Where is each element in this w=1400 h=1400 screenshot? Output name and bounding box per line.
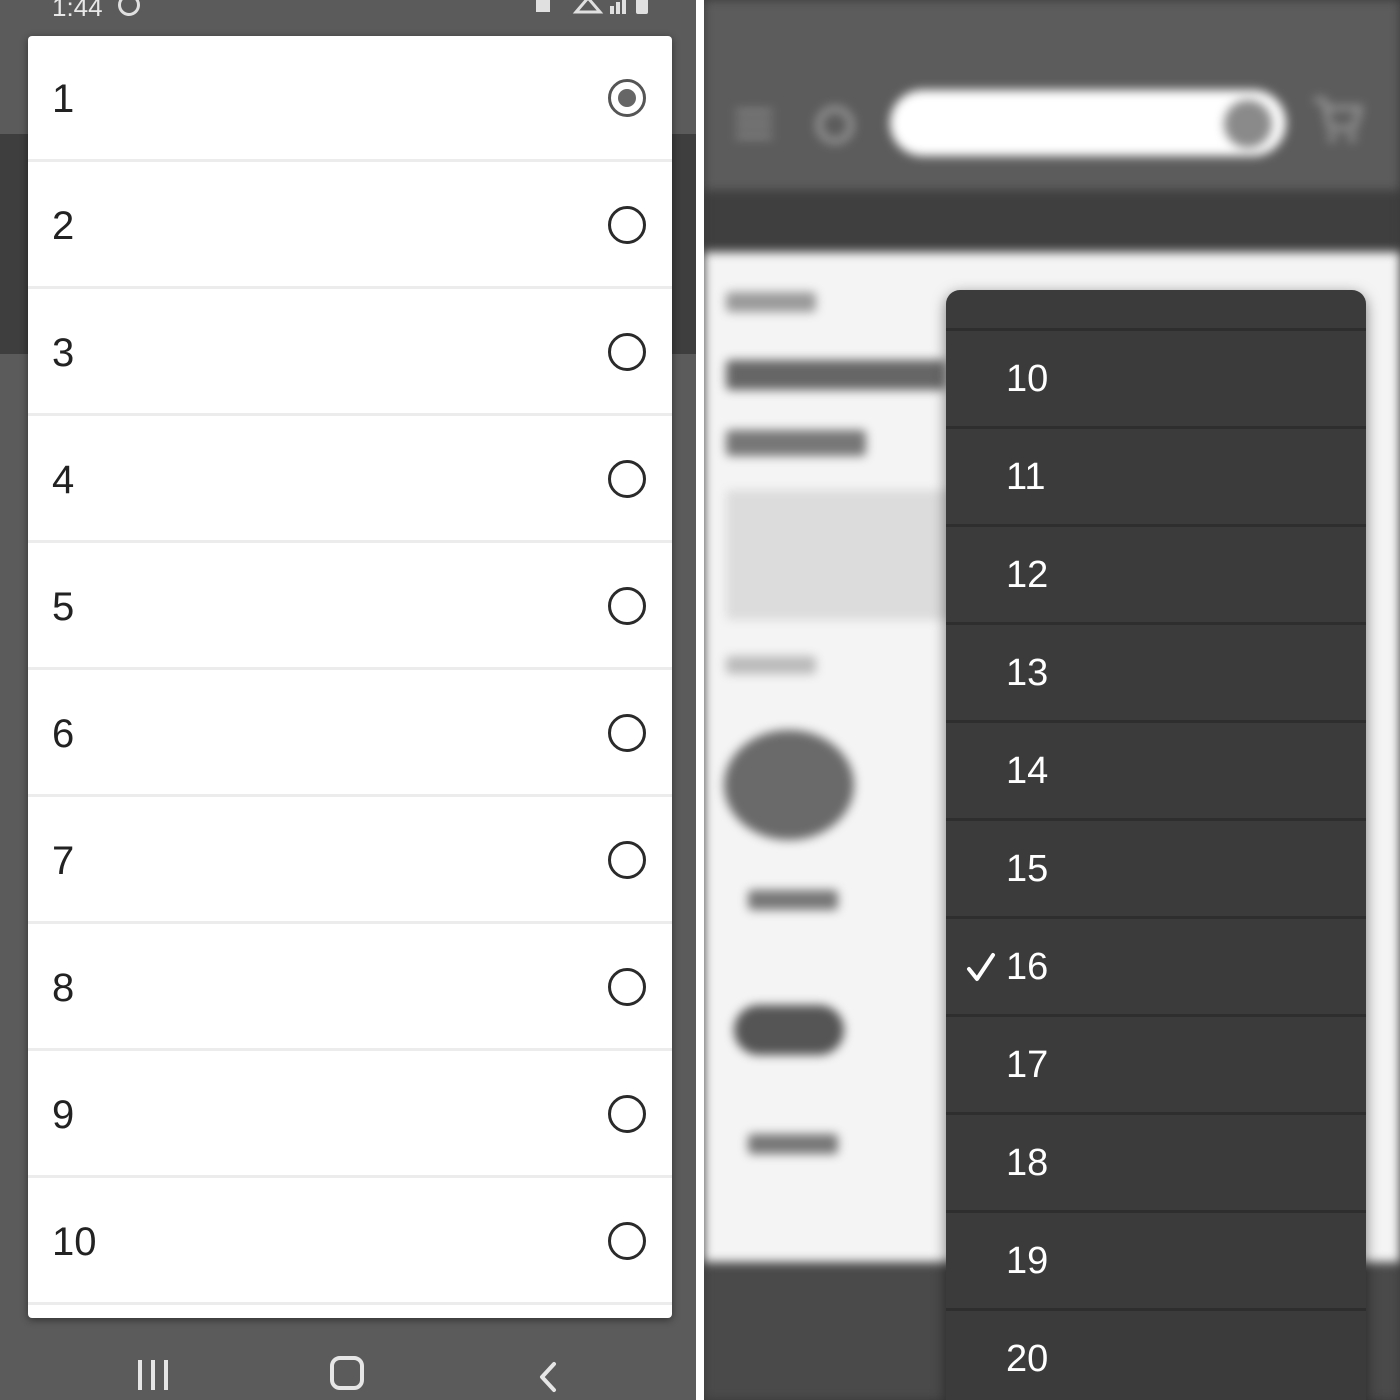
option-row[interactable]: 6 [28,670,672,797]
radio-button[interactable] [608,1095,646,1133]
picker-item-label: 17 [1006,1044,1049,1086]
menu-icon [736,110,772,138]
option-row[interactable]: 1 [28,36,672,162]
blurred-items-label [726,656,816,674]
picker-item[interactable]: 17 [946,1014,1366,1112]
radio-button-selected[interactable] [608,79,646,117]
quantity-options-dialog: 1 2 3 4 5 6 7 8 9 10 [28,36,672,1318]
home-icon[interactable] [330,1356,364,1390]
picker-item-label: 11 [1006,456,1046,498]
panel-divider [696,0,704,1400]
picker-item-label: 15 [1006,848,1049,890]
search-icon [1224,100,1272,148]
picker-item-label: 13 [1006,652,1049,694]
option-row[interactable]: 2 [28,162,672,289]
radio-button[interactable] [608,460,646,498]
option-label: 10 [52,1220,97,1264]
option-label: 3 [52,331,75,375]
picker-item-label: 19 [1006,1240,1049,1282]
option-label: 8 [52,966,75,1010]
signal-wifi-battery-icons [536,0,648,14]
blurred-product-image [734,1005,844,1055]
picker-item[interactable]: 20 [946,1308,1366,1400]
checkmark-icon [967,953,995,981]
picker-item-label: 16 [1006,946,1049,988]
option-label: 9 [52,1093,75,1137]
picker-item-label: 18 [1006,1142,1049,1184]
blurred-remove-link [748,1134,838,1154]
picker-item[interactable]: 11 [946,426,1366,524]
picker-item[interactable]: 12 [946,524,1366,622]
option-row[interactable]: 9 [28,1051,672,1178]
android-screen: 1:44 1 2 3 4 5 6 7 8 9 10 [0,0,696,1400]
radio-button[interactable] [608,841,646,879]
blurred-remove-link [748,890,838,910]
status-bar: 1:44 [0,0,696,34]
option-label: 7 [52,839,75,883]
option-label: 4 [52,458,75,502]
blurred-subheader [704,190,1400,252]
background-app-bar-left [0,134,30,354]
picker-item-label: 12 [1006,554,1049,596]
radio-button[interactable] [608,206,646,244]
option-label: 1 [52,77,75,121]
picker-item[interactable]: 18 [946,1112,1366,1210]
picker-item[interactable]: 10 [946,328,1366,426]
radio-button[interactable] [608,333,646,371]
whatsapp-icon [118,0,140,16]
picker-item[interactable]: 13 [946,622,1366,720]
option-label: 5 [52,585,75,629]
ios-screen: 10 11 12 13 14 15 16 17 18 19 20 [704,0,1400,1400]
radio-button[interactable] [608,587,646,625]
blurred-title [726,360,946,390]
android-navigation-bar [0,1340,696,1400]
picker-item-label: 10 [1006,358,1049,400]
radio-button[interactable] [608,968,646,1006]
picker-item[interactable]: 19 [946,1210,1366,1308]
option-row[interactable]: 4 [28,416,672,543]
radio-button[interactable] [608,1222,646,1260]
cart-icon [1314,97,1364,142]
picker-item-label: 20 [1006,1338,1049,1380]
option-row[interactable]: 7 [28,797,672,924]
picker-item-label: 14 [1006,750,1049,792]
gear-icon [816,106,854,144]
blurred-price [726,430,866,456]
option-row[interactable]: 10 [28,1178,672,1305]
option-row[interactable]: 3 [28,289,672,416]
radio-button[interactable] [608,714,646,752]
blurred-promo-box [726,490,956,620]
recents-icon[interactable] [136,1360,170,1390]
picker-item[interactable]: 16 [946,916,1366,1014]
quantity-picker: 10 11 12 13 14 15 16 17 18 19 20 [946,290,1366,1400]
status-time: 1:44 [52,0,103,22]
option-label: 2 [52,204,75,248]
back-icon[interactable] [534,1360,562,1394]
blurred-product-image [724,730,854,840]
picker-item[interactable]: 14 [946,720,1366,818]
option-label: 6 [52,712,75,756]
option-row[interactable]: 8 [28,924,672,1051]
blurred-breadcrumb [726,292,816,312]
option-row[interactable]: 5 [28,543,672,670]
picker-item[interactable]: 15 [946,818,1366,916]
